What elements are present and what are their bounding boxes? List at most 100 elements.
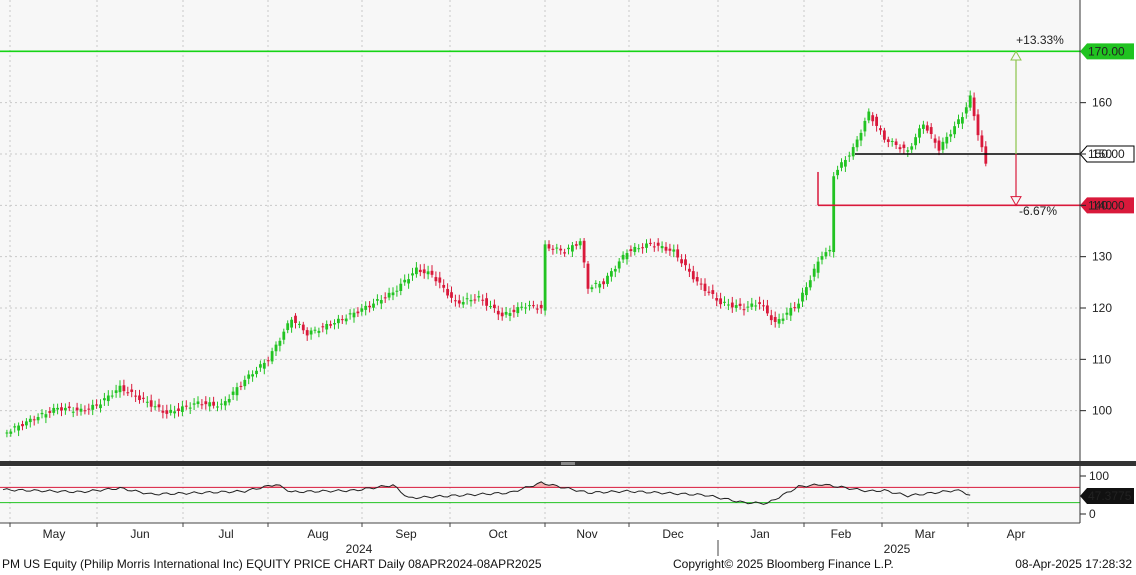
- candle-body: [247, 374, 251, 379]
- candle-body: [684, 259, 687, 266]
- candle-body: [317, 330, 321, 333]
- candle-body: [196, 401, 200, 405]
- candle-body: [294, 315, 297, 323]
- candle-body: [801, 292, 804, 302]
- candle-body: [824, 252, 828, 257]
- candle-body: [664, 246, 668, 251]
- candle-body: [621, 254, 625, 260]
- candle-body: [606, 275, 609, 284]
- candle-body: [668, 248, 672, 251]
- candle-body: [547, 244, 551, 249]
- candle-body: [5, 432, 9, 434]
- candle-body: [672, 249, 676, 252]
- candle-body: [301, 324, 305, 331]
- month-label: Feb: [831, 527, 852, 541]
- candle-body: [754, 305, 758, 307]
- candle-body: [691, 271, 695, 280]
- rsi-tick-label: 0: [1089, 507, 1096, 521]
- candle-body: [929, 127, 933, 135]
- candle-body: [766, 305, 769, 314]
- candle-body: [212, 401, 215, 406]
- candle-body: [500, 312, 504, 317]
- candle-body: [699, 283, 703, 285]
- candle-body: [617, 261, 621, 269]
- candle-body: [134, 395, 137, 397]
- candle-body: [844, 159, 847, 167]
- candle-body: [574, 244, 578, 246]
- candle-body: [44, 414, 48, 418]
- candle-body: [305, 330, 309, 336]
- candle-body: [329, 324, 332, 326]
- candle-body: [715, 297, 719, 301]
- candle-body: [894, 141, 898, 145]
- month-label: Sep: [395, 527, 417, 541]
- candle-body: [777, 319, 781, 324]
- candle-body: [520, 306, 524, 308]
- candle-body: [968, 95, 972, 108]
- candle-body: [110, 395, 114, 397]
- candle-body: [465, 298, 469, 300]
- candle-body: [535, 308, 539, 310]
- candle-body: [415, 267, 418, 275]
- candle-body: [859, 132, 863, 141]
- month-label: Apr: [1007, 527, 1026, 541]
- candle-body: [469, 299, 473, 302]
- candle-body: [937, 140, 941, 151]
- candle-body: [532, 305, 535, 307]
- candle-body: [200, 404, 204, 406]
- candle-body: [711, 290, 715, 295]
- candle-body: [282, 331, 286, 340]
- candle-body: [192, 403, 196, 405]
- candle-body: [368, 305, 371, 308]
- month-label: May: [43, 527, 66, 541]
- candle-body: [598, 283, 602, 288]
- month-label: Mar: [915, 527, 936, 541]
- month-label: Dec: [662, 527, 683, 541]
- candle-body: [812, 268, 816, 277]
- candle-body: [485, 298, 488, 306]
- candle-body: [769, 315, 773, 321]
- candle-body: [559, 248, 563, 251]
- candle-body: [695, 277, 699, 282]
- candle-body: [493, 304, 496, 309]
- candle-body: [348, 313, 352, 315]
- candle-body: [243, 379, 247, 387]
- candle-body: [890, 140, 894, 142]
- candle-body: [114, 390, 118, 393]
- rsi-tick-label: 100: [1089, 469, 1109, 483]
- candle-body: [173, 411, 176, 414]
- panel-resize-grip: [561, 462, 575, 465]
- candle-body: [13, 426, 17, 428]
- candle-body: [262, 362, 266, 369]
- candle-body: [67, 406, 71, 409]
- candle-body: [789, 307, 793, 316]
- candle-body: [539, 304, 543, 309]
- candle-body: [703, 283, 707, 292]
- candle-body: [582, 240, 586, 263]
- y-tick-label: 160: [1092, 96, 1112, 110]
- candle-body: [442, 284, 446, 288]
- candle-body: [333, 323, 336, 325]
- candle-body: [516, 307, 520, 314]
- candle-body: [391, 292, 395, 296]
- candle-body: [633, 246, 637, 252]
- candle-body: [106, 395, 110, 402]
- candle-body: [48, 411, 52, 413]
- candle-body: [613, 268, 617, 272]
- candle-body: [352, 312, 356, 318]
- candle-body: [157, 404, 161, 408]
- candle-body: [855, 139, 859, 148]
- candle-body: [169, 409, 173, 413]
- candle-body: [594, 282, 598, 284]
- candle-body: [816, 261, 820, 273]
- y-tick-label: 150: [1092, 147, 1112, 161]
- candle-body: [75, 407, 79, 411]
- candle-body: [383, 297, 387, 299]
- month-label: Jun: [130, 527, 149, 541]
- candle-body: [103, 398, 106, 401]
- candle-body: [680, 259, 683, 264]
- candle-body: [797, 303, 800, 309]
- candle-body: [602, 281, 605, 285]
- price-chart: 100047.3775 170.00150.00140.00+13.33%-6.…: [0, 0, 1136, 556]
- month-label: Aug: [307, 527, 328, 541]
